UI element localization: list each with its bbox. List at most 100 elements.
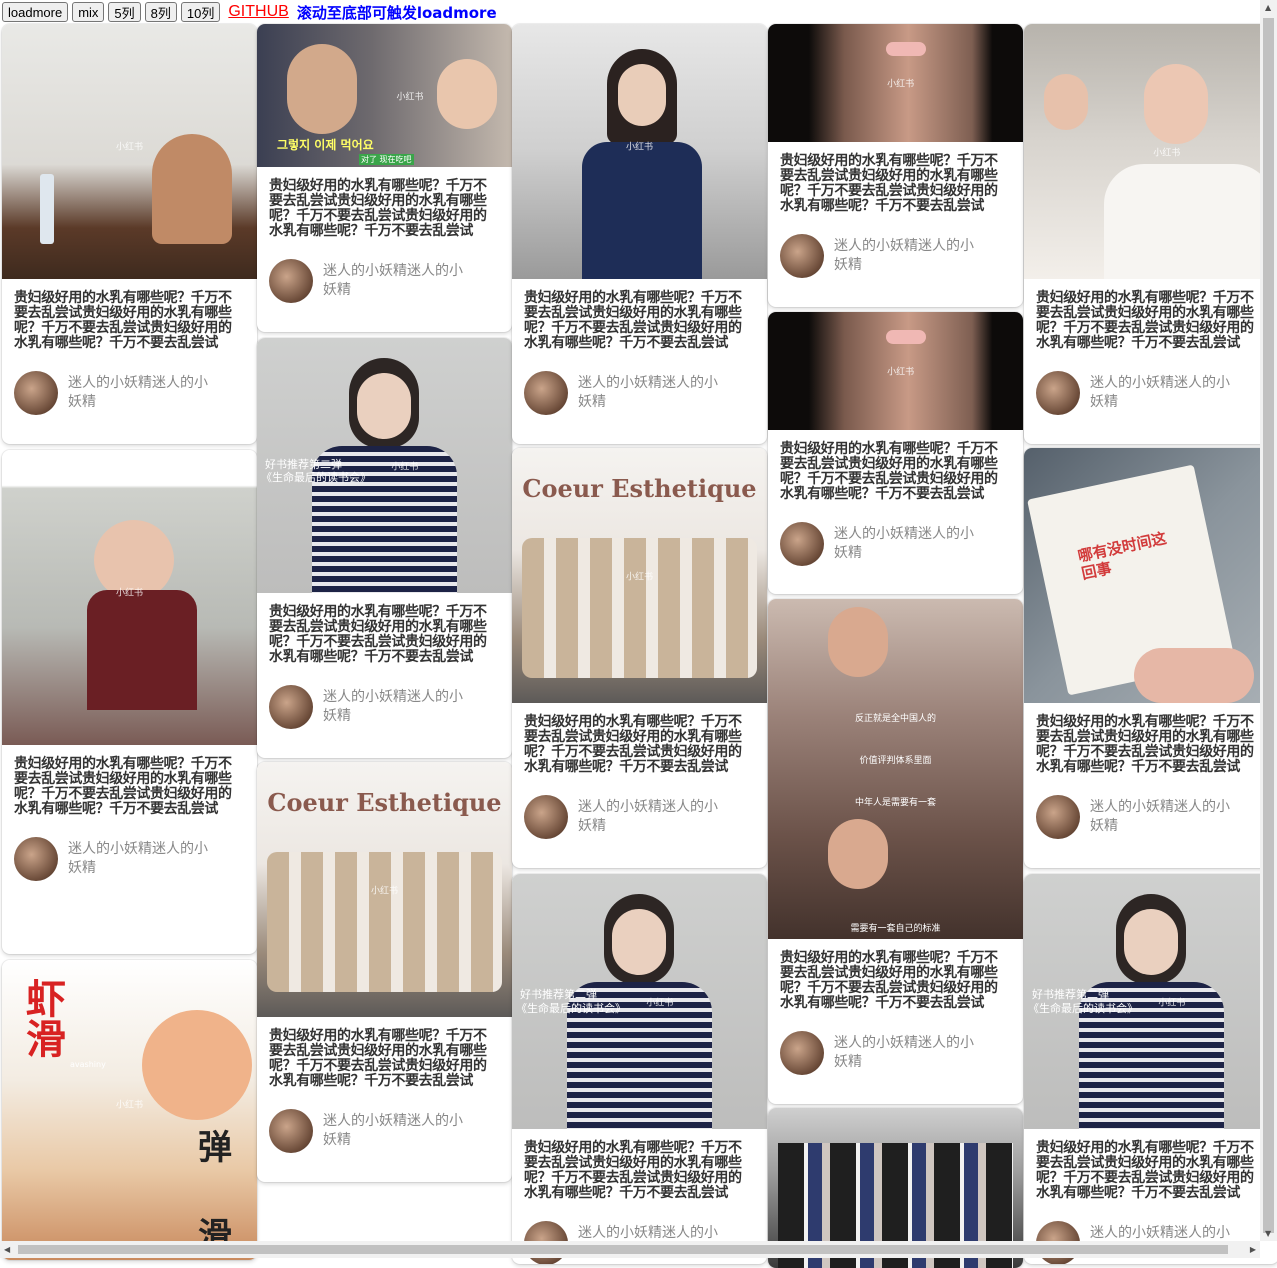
card-author-row: 迷人的小妖精迷人的小妖精 (524, 371, 755, 415)
image-handle: avashiny (70, 1060, 106, 1069)
feed-card[interactable]: 小红书 贵妇级好用的水乳有哪些呢？千万不要去乱尝试贵妇级好用的水乳有哪些呢？千万… (512, 24, 767, 444)
author-name: 迷人的小妖精迷人的小妖精 (68, 375, 208, 410)
card-image: 小红书 (1024, 24, 1277, 279)
feed-card[interactable]: 反正就是全中国人的 价值评判体系里面 中年人是需要有一套 需要有一套自己的标准 … (768, 599, 1023, 1104)
toolbar: loadmore mix 5列 8列 10列 GITHUB 滚动至底部可触发lo… (2, 2, 497, 22)
feed-card[interactable]: 小红书 贵妇级好用的水乳有哪些呢？千万不要去乱尝试贵妇级好用的水乳有哪些呢？千万… (2, 24, 257, 444)
avatar[interactable] (524, 371, 568, 415)
watermark-text: 小红书 (1153, 148, 1181, 158)
github-link[interactable]: GITHUB (228, 3, 288, 21)
watermark-text: 小红书 (887, 79, 915, 90)
avatar[interactable] (269, 259, 313, 303)
scroll-right-arrow-icon[interactable]: ▶ (1250, 1245, 1256, 1254)
feed-card[interactable]: 好书推荐第二弹 《生命最后的读书会》 小红书 贵妇级好用的水乳有哪些呢？千万不要… (257, 338, 512, 758)
author-name: 迷人的小妖精迷人的小妖精 (323, 689, 463, 724)
eight-columns-button[interactable]: 8列 (144, 2, 177, 22)
card-author-row: 迷人的小妖精迷人的小妖精 (14, 837, 245, 881)
card-image: 小红书 (768, 24, 1023, 142)
avatar[interactable] (1036, 795, 1080, 839)
card-image: 小红书 (2, 24, 257, 279)
card-image: 小红书 (768, 312, 1023, 430)
card-author-row: 迷人的小妖精迷人的小妖精 (14, 371, 245, 415)
video-subtitle: 中年人是需要有一套 (854, 798, 936, 808)
video-subtitle: 需要有一套自己的标准 (850, 924, 941, 934)
feed-card[interactable]: 小红书 贵妇级好用的水乳有哪些呢？千万不要去乱尝试贵妇级好用的水乳有哪些呢？千万… (2, 450, 257, 954)
card-image: Coeur Esthetique 小红书 (257, 762, 512, 1017)
card-title: 贵妇级好用的水乳有哪些呢？千万不要去乱尝试贵妇级好用的水乳有哪些呢？千万不要去乱… (524, 1140, 742, 1201)
card-image: 好书推荐第二弹 《生命最后的读书会》 小红书 (512, 874, 767, 1129)
scroll-left-arrow-icon[interactable]: ◀ (4, 1245, 10, 1254)
avatar[interactable] (269, 1109, 313, 1153)
watermark-text: 小红书 (1158, 998, 1186, 1008)
card-image: Coeur Esthetique 小红书 (512, 448, 767, 703)
vertical-scrollbar[interactable]: ▲ ▼ (1260, 0, 1277, 1241)
watermark-text: 小红书 (115, 142, 144, 153)
card-title: 贵妇级好用的水乳有哪些呢？千万不要去乱尝试贵妇级好用的水乳有哪些呢？千万不要去乱… (14, 756, 232, 817)
horizontal-scroll-thumb[interactable] (18, 1245, 1228, 1254)
card-author-row: 迷人的小妖精迷人的小妖精 (269, 685, 500, 729)
video-subtitle: 反正就是全中国人的 (854, 714, 936, 724)
feed-card[interactable]: 哪有没时间这回事 贵妇级好用的水乳有哪些呢？千万不要去乱尝试贵妇级好用的水乳有哪… (1024, 448, 1277, 868)
card-title: 贵妇级好用的水乳有哪些呢？千万不要去乱尝试贵妇级好用的水乳有哪些呢？千万不要去乱… (780, 950, 998, 1011)
ten-columns-button[interactable]: 10列 (180, 2, 221, 22)
video-subtitle: 对了 现在吃吧 (359, 154, 414, 165)
avatar[interactable] (780, 1031, 824, 1075)
avatar[interactable] (269, 685, 313, 729)
card-image: 好书推荐第二弹 《生命最后的读书会》 小红书 (1024, 874, 1277, 1129)
feed-card[interactable]: 好书推荐第二弹 《生命最后的读书会》 小红书 贵妇级好用的水乳有哪些呢？千万不要… (1024, 874, 1277, 1264)
card-author-row: 迷人的小妖精迷人的小妖精 (780, 522, 1011, 566)
vertical-scroll-thumb[interactable] (1263, 18, 1274, 1233)
scroll-up-arrow-icon[interactable]: ▲ (1265, 3, 1271, 12)
watermark-text: 小红书 (391, 462, 419, 472)
avatar[interactable] (780, 522, 824, 566)
video-caption: 《生命最后的读书会》 (1028, 1002, 1138, 1015)
feed-card[interactable]: Coeur Esthetique 小红书 贵妇级好用的水乳有哪些呢？千万不要去乱… (512, 448, 767, 868)
avatar[interactable] (1036, 371, 1080, 415)
watermark-text: 小红书 (115, 588, 144, 599)
card-image: 哪有没时间这回事 (1024, 448, 1277, 703)
author-name: 迷人的小妖精迷人的小妖精 (578, 375, 718, 410)
avatar[interactable] (524, 795, 568, 839)
card-title: 贵妇级好用的水乳有哪些呢？千万不要去乱尝试贵妇级好用的水乳有哪些呢？千万不要去乱… (1036, 1140, 1254, 1201)
card-title: 贵妇级好用的水乳有哪些呢？千万不要去乱尝试贵妇级好用的水乳有哪些呢？千万不要去乱… (269, 604, 487, 665)
avatar[interactable] (14, 837, 58, 881)
card-author-row: 迷人的小妖精迷人的小妖精 (269, 1109, 500, 1153)
feed-card[interactable]: 小红书 贵妇级好用的水乳有哪些呢？千万不要去乱尝试贵妇级好用的水乳有哪些呢？千万… (768, 312, 1023, 594)
feed-card[interactable]: Coeur Esthetique 小红书 贵妇级好用的水乳有哪些呢？千万不要去乱… (257, 762, 512, 1182)
watermark-text: 小红书 (396, 92, 424, 102)
video-subtitle: 그렇지 이제 먹어요 (277, 138, 374, 152)
horizontal-scrollbar[interactable]: ◀ ▶ (0, 1241, 1260, 1258)
feed-card[interactable]: 그렇지 이제 먹어요 对了 现在吃吧 小红书 贵妇级好用的水乳有哪些呢？千万不要… (257, 24, 512, 332)
author-name: 迷人的小妖精迷人的小妖精 (323, 263, 463, 298)
video-caption: 《生命最后的读书会》 (261, 471, 371, 484)
feed-card[interactable]: 虾滑 弹 滑 avashiny 小红书 (2, 960, 257, 1260)
card-title: 贵妇级好用的水乳有哪些呢？千万不要去乱尝试贵妇级好用的水乳有哪些呢？千万不要去乱… (780, 153, 998, 214)
card-title: 贵妇级好用的水乳有哪些呢？千万不要去乱尝试贵妇级好用的水乳有哪些呢？千万不要去乱… (269, 1028, 487, 1089)
feed-card[interactable]: 好书推荐第二弹 《生命最后的读书会》 小红书 贵妇级好用的水乳有哪些呢？千万不要… (512, 874, 767, 1264)
card-image: 好书推荐第二弹 《生命最后的读书会》 小红书 (257, 338, 512, 593)
card-image: 小红书 (512, 24, 767, 279)
watermark-text: 小红书 (887, 367, 915, 378)
watermark-text: 小红书 (646, 998, 674, 1008)
author-name: 迷人的小妖精迷人的小妖精 (323, 1113, 463, 1148)
card-author-row: 迷人的小妖精迷人的小妖精 (269, 259, 500, 303)
feed-card[interactable]: 小红书 贵妇级好用的水乳有哪些呢？千万不要去乱尝试贵妇级好用的水乳有哪些呢？千万… (768, 24, 1023, 307)
card-title: 贵妇级好用的水乳有哪些呢？千万不要去乱尝试贵妇级好用的水乳有哪些呢？千万不要去乱… (14, 290, 232, 351)
card-title: 贵妇级好用的水乳有哪些呢？千万不要去乱尝试贵妇级好用的水乳有哪些呢？千万不要去乱… (780, 441, 998, 502)
avatar[interactable] (14, 371, 58, 415)
author-name: 迷人的小妖精迷人的小妖精 (68, 841, 208, 876)
author-name: 迷人的小妖精迷人的小妖精 (834, 526, 974, 561)
card-title: 贵妇级好用的水乳有哪些呢？千万不要去乱尝试贵妇级好用的水乳有哪些呢？千万不要去乱… (524, 714, 742, 775)
avatar[interactable] (780, 234, 824, 278)
card-image: 反正就是全中国人的 价值评判体系里面 中年人是需要有一套 需要有一套自己的标准 (768, 599, 1023, 939)
food-caption: 弹 (198, 1128, 232, 1168)
author-name: 迷人的小妖精迷人的小妖精 (834, 1035, 974, 1070)
loadmore-button[interactable]: loadmore (2, 2, 69, 22)
mix-button[interactable]: mix (72, 2, 105, 22)
feed-card[interactable]: 小红书 贵妇级好用的水乳有哪些呢？千万不要去乱尝试贵妇级好用的水乳有哪些呢？千万… (1024, 24, 1277, 444)
card-image: 虾滑 弹 滑 avashiny 小红书 (2, 960, 257, 1260)
five-columns-button[interactable]: 5列 (108, 2, 141, 22)
video-subtitle: 价值评判体系里面 (859, 756, 932, 766)
watermark-text: 小红书 (625, 142, 654, 153)
scroll-down-arrow-icon[interactable]: ▼ (1265, 1229, 1271, 1238)
